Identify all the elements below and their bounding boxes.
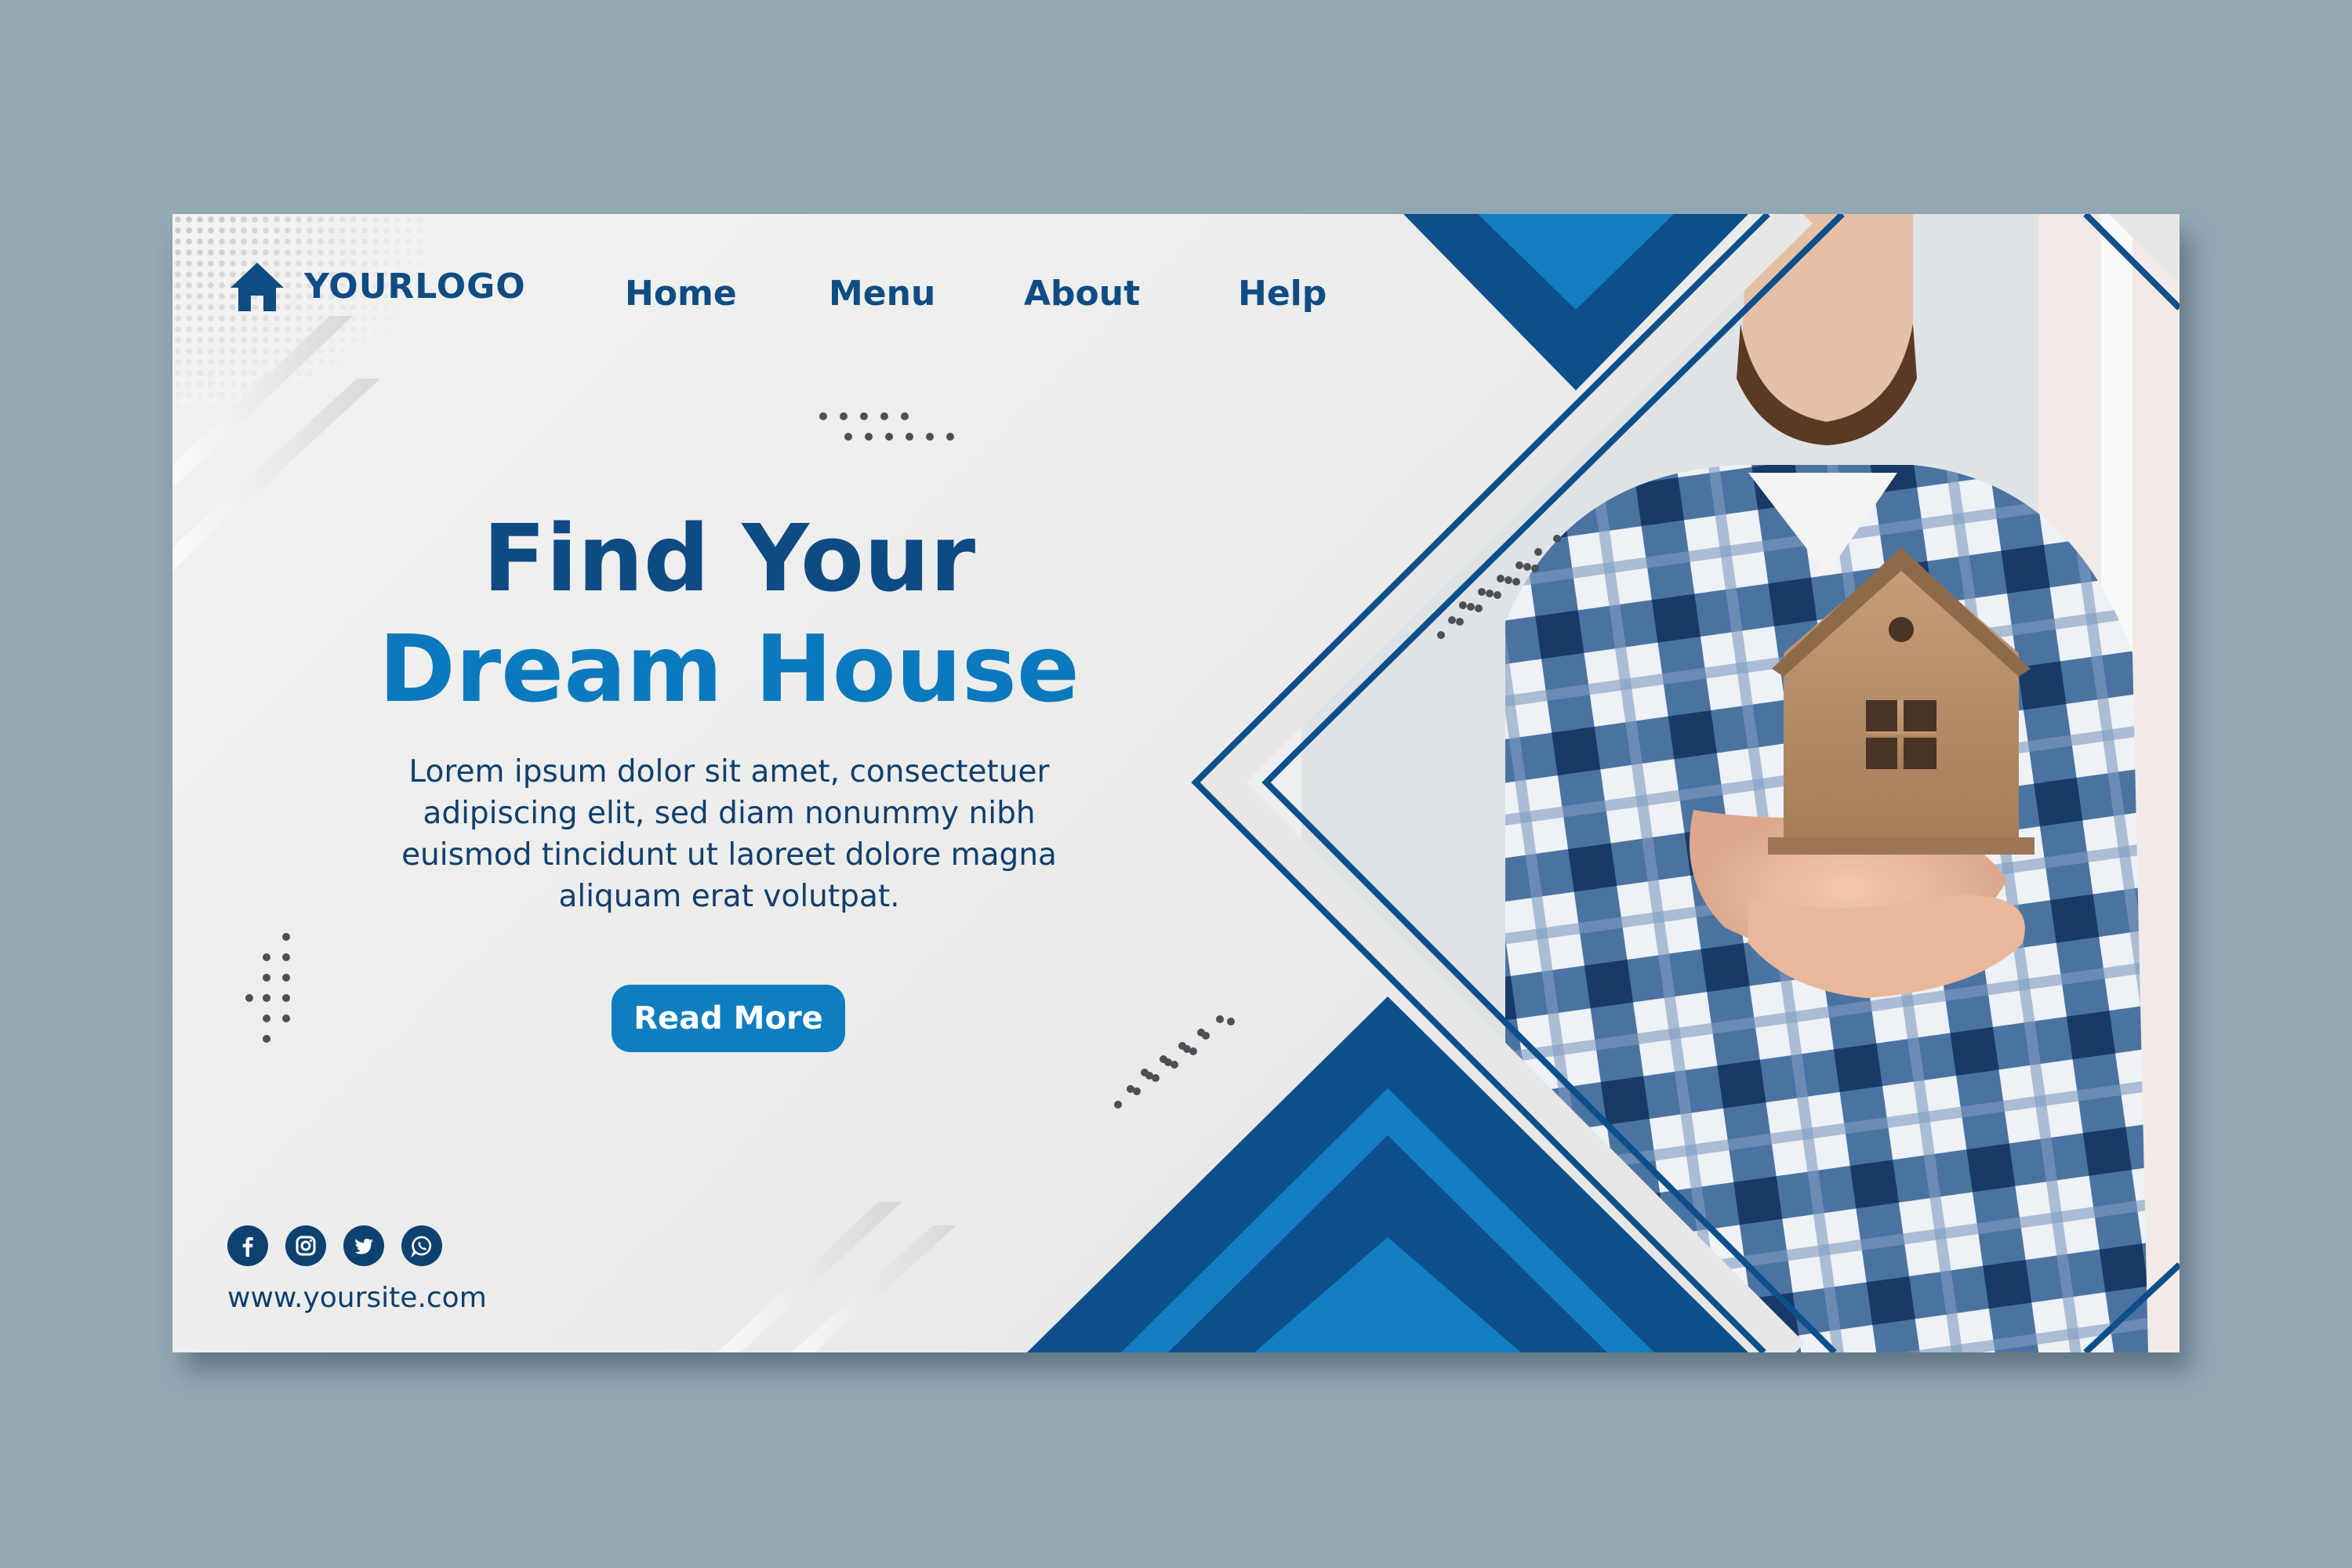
hero-title-line2: Dream House <box>379 615 1080 723</box>
hero-description: Lorem ipsum dolor sit amet, consectetuer… <box>401 754 1057 914</box>
facebook-icon[interactable] <box>227 1225 268 1266</box>
hero-section: Find Your Dream House Lorem ipsum dolor … <box>337 504 1121 917</box>
nav-help[interactable]: Help <box>1238 274 1327 314</box>
landing-page-card: YOURLOGO Home Menu About Help Find Your … <box>172 214 2180 1352</box>
hero-title-line1: Find Your <box>482 504 976 612</box>
social-links <box>227 1225 442 1266</box>
home-icon <box>230 263 284 311</box>
read-more-button[interactable]: Read More <box>612 985 845 1052</box>
website-link[interactable]: www.yoursite.com <box>227 1282 487 1314</box>
nav-menu[interactable]: Menu <box>829 274 935 314</box>
logo-text: YOURLOGO <box>304 266 526 307</box>
nav-home[interactable]: Home <box>625 274 737 314</box>
nav-about[interactable]: About <box>1024 274 1140 314</box>
instagram-icon[interactable] <box>285 1225 326 1266</box>
twitter-icon[interactable] <box>343 1225 384 1266</box>
whatsapp-icon[interactable] <box>401 1225 442 1266</box>
logo[interactable]: YOURLOGO <box>227 260 526 313</box>
